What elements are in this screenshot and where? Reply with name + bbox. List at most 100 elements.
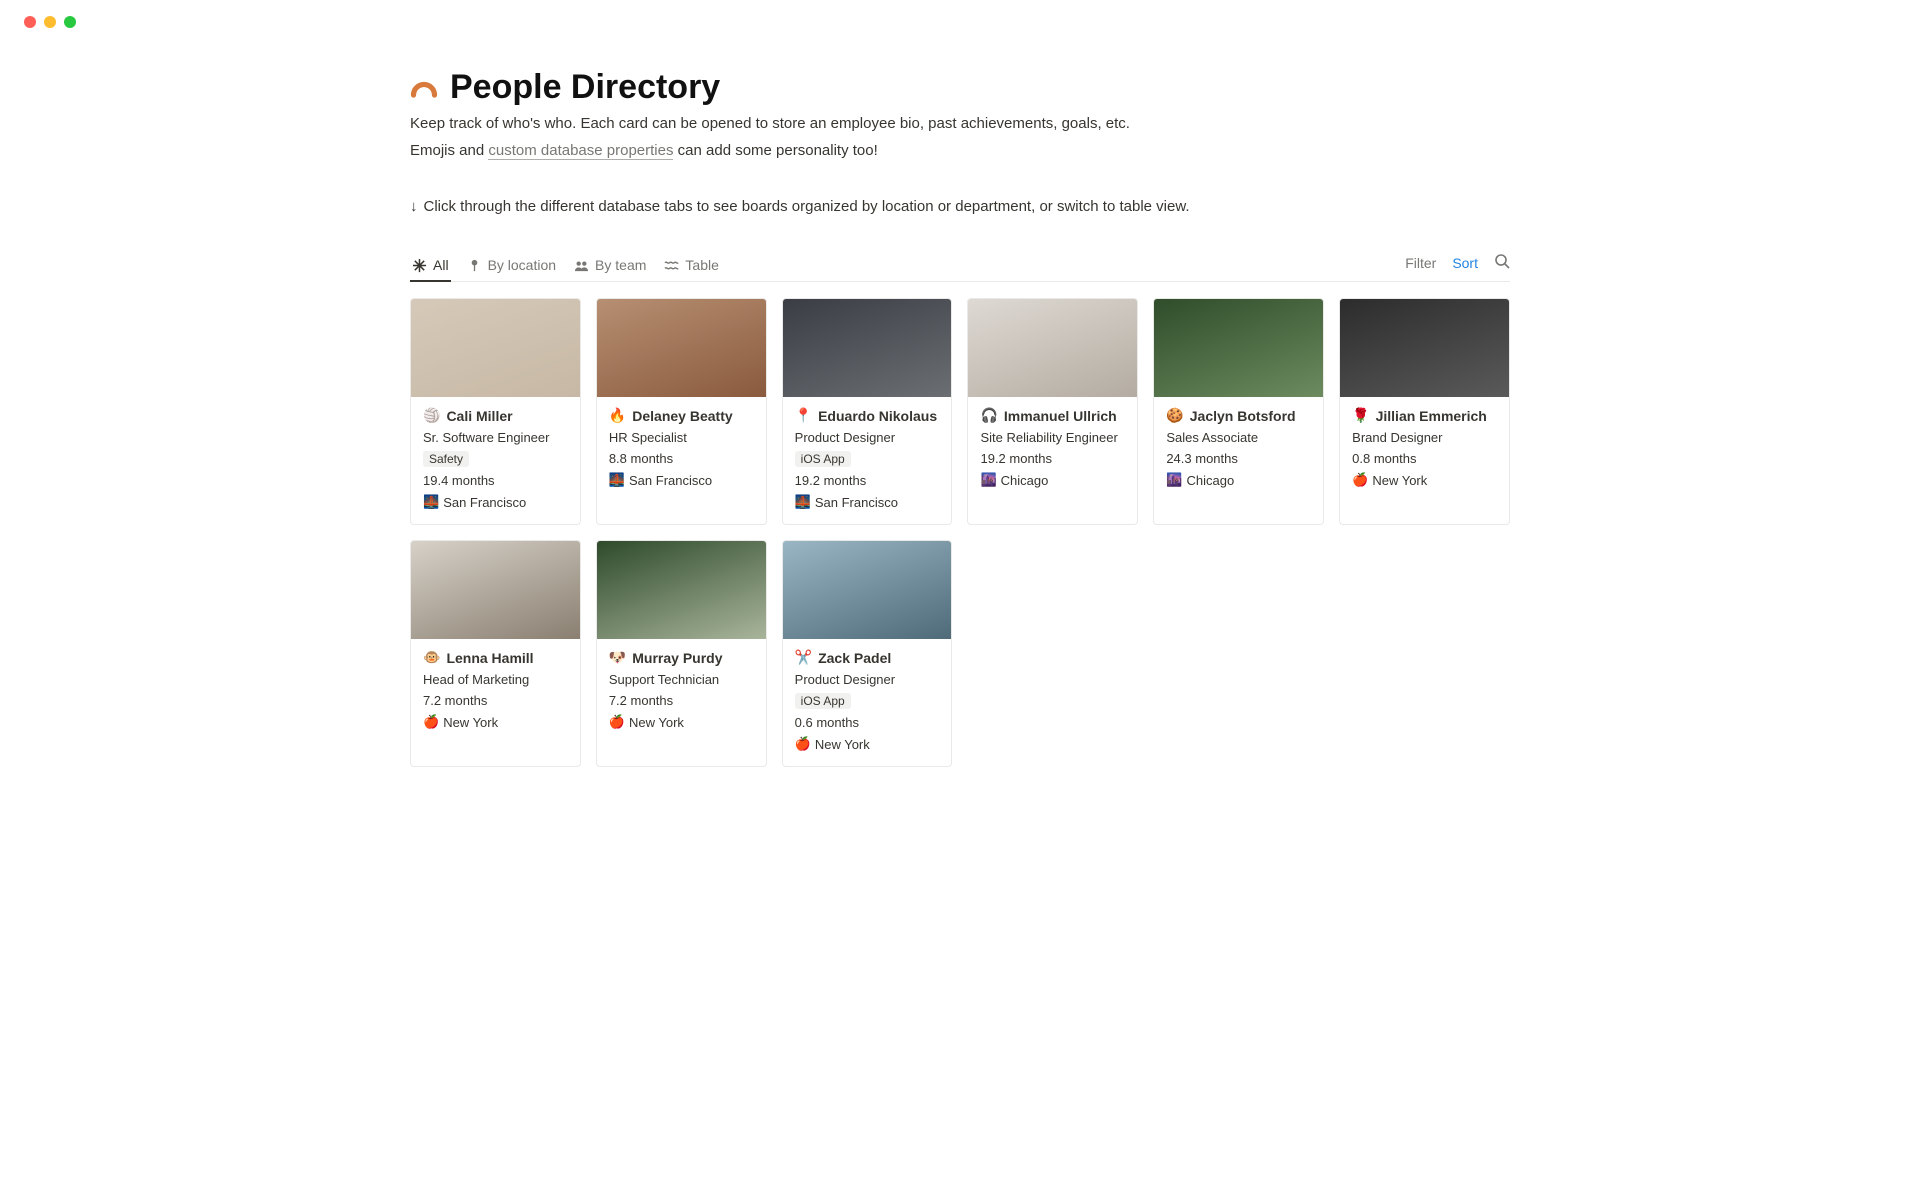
person-card[interactable]: 🏐 Cali Miller Sr. Software Engineer Safe… — [410, 298, 581, 525]
location-label: New York — [443, 715, 498, 730]
person-card[interactable]: 🔥 Delaney Beatty HR Specialist 8.8 month… — [596, 298, 767, 525]
sort-button[interactable]: Sort — [1452, 255, 1478, 271]
person-tag: iOS App — [795, 693, 851, 709]
person-role: Product Designer — [795, 672, 940, 687]
person-emoji-icon: 📍 — [795, 407, 812, 424]
person-location: 🍎 New York — [1352, 472, 1497, 488]
person-name: Murray Purdy — [632, 650, 722, 666]
page-title[interactable]: People Directory — [450, 68, 720, 107]
person-name: Lenna Hamill — [446, 650, 533, 666]
person-name: Cali Miller — [446, 408, 512, 424]
person-role: Sr. Software Engineer — [423, 430, 568, 445]
person-card[interactable]: 🌹 Jillian Emmerich Brand Designer 0.8 mo… — [1339, 298, 1510, 525]
person-tenure: 7.2 months — [609, 693, 754, 708]
window-controls — [0, 0, 1920, 28]
person-card[interactable]: ✂️ Zack Padel Product Designer iOS App 0… — [782, 540, 953, 767]
person-name: Eduardo Nikolaus — [818, 408, 937, 424]
custom-properties-link[interactable]: custom database properties — [488, 142, 673, 160]
tab-by-location[interactable]: By location — [465, 251, 558, 281]
person-tag: Safety — [423, 451, 469, 467]
pin-icon — [467, 258, 482, 273]
people-cards-grid: 🏐 Cali Miller Sr. Software Engineer Safe… — [410, 298, 1510, 767]
location-label: San Francisco — [629, 473, 712, 488]
person-role: Head of Marketing — [423, 672, 568, 687]
person-emoji-icon: 🔥 — [609, 407, 626, 424]
person-role: Support Technician — [609, 672, 754, 687]
tab-by-team[interactable]: By team — [572, 251, 648, 281]
person-name: Delaney Beatty — [632, 408, 732, 424]
tab-label: Table — [685, 257, 718, 273]
person-emoji-icon: 🎧 — [980, 407, 997, 424]
location-emoji-icon: 🍎 — [609, 714, 625, 730]
tabs-left: All By location By team Table — [410, 251, 721, 281]
location-emoji-icon: 🍎 — [423, 714, 439, 730]
location-emoji-icon: 🌉 — [795, 494, 811, 510]
person-photo — [783, 541, 952, 639]
person-tenure: 19.2 months — [980, 451, 1125, 466]
person-name: Jaclyn Botsford — [1190, 408, 1296, 424]
hint-text: Click through the different database tab… — [424, 198, 1190, 215]
filter-button[interactable]: Filter — [1405, 255, 1436, 271]
person-card[interactable]: 🐶 Murray Purdy Support Technician 7.2 mo… — [596, 540, 767, 767]
person-tenure: 19.4 months — [423, 473, 568, 488]
person-emoji-icon: ✂️ — [795, 649, 812, 666]
tabs-right-controls: Filter Sort — [1405, 253, 1510, 280]
window-minimize-icon[interactable] — [44, 16, 56, 28]
window-close-icon[interactable] — [24, 16, 36, 28]
person-emoji-icon: 🍪 — [1166, 407, 1183, 424]
person-location: 🌉 San Francisco — [609, 472, 754, 488]
person-tenure: 24.3 months — [1166, 451, 1311, 466]
location-label: Chicago — [1187, 473, 1235, 488]
tab-all[interactable]: All — [410, 251, 451, 281]
person-tenure: 0.8 months — [1352, 451, 1497, 466]
location-emoji-icon: 🌆 — [1166, 472, 1182, 488]
person-photo — [597, 541, 766, 639]
tab-table[interactable]: Table — [662, 251, 720, 281]
person-photo — [597, 299, 766, 397]
search-icon[interactable] — [1494, 253, 1510, 274]
asterisk-icon — [412, 258, 427, 273]
person-role: HR Specialist — [609, 430, 754, 445]
person-photo — [1340, 299, 1509, 397]
person-name: Zack Padel — [818, 650, 891, 666]
page-container: People Directory Keep track of who's who… — [360, 28, 1560, 827]
tab-label: By team — [595, 257, 646, 273]
person-tenure: 19.2 months — [795, 473, 940, 488]
location-emoji-icon: 🌆 — [980, 472, 996, 488]
people-icon — [574, 258, 589, 273]
person-name: Immanuel Ullrich — [1004, 408, 1117, 424]
page-emoji-arch-icon[interactable] — [410, 76, 438, 100]
person-location: 🍎 New York — [423, 714, 568, 730]
person-location: 🌆 Chicago — [980, 472, 1125, 488]
person-card[interactable]: 🐵 Lenna Hamill Head of Marketing 7.2 mon… — [410, 540, 581, 767]
desc-text-suffix: can add some personality too! — [673, 142, 877, 159]
person-tag: iOS App — [795, 451, 851, 467]
person-photo — [411, 299, 580, 397]
person-location: 🌉 San Francisco — [423, 494, 568, 510]
person-role: Brand Designer — [1352, 430, 1497, 445]
person-role: Sales Associate — [1166, 430, 1311, 445]
page-description-line1: Keep track of who's who. Each card can b… — [410, 113, 1510, 136]
person-name: Jillian Emmerich — [1376, 408, 1487, 424]
person-role: Product Designer — [795, 430, 940, 445]
location-label: New York — [1372, 473, 1427, 488]
person-photo — [411, 541, 580, 639]
page-header: People Directory — [410, 68, 1510, 107]
person-emoji-icon: 🐶 — [609, 649, 626, 666]
person-card[interactable]: 🍪 Jaclyn Botsford Sales Associate 24.3 m… — [1153, 298, 1324, 525]
person-tenure: 8.8 months — [609, 451, 754, 466]
person-emoji-icon: 🐵 — [423, 649, 440, 666]
person-photo — [968, 299, 1137, 397]
location-emoji-icon: 🍎 — [795, 736, 811, 752]
window-zoom-icon[interactable] — [64, 16, 76, 28]
location-label: New York — [815, 737, 870, 752]
desc-text-prefix: Emojis and — [410, 142, 488, 159]
down-arrow-icon: ↓ — [410, 198, 418, 215]
tab-label: By location — [488, 257, 556, 273]
person-location: 🌉 San Francisco — [795, 494, 940, 510]
location-emoji-icon: 🌉 — [609, 472, 625, 488]
person-card[interactable]: 📍 Eduardo Nikolaus Product Designer iOS … — [782, 298, 953, 525]
person-role: Site Reliability Engineer — [980, 430, 1125, 445]
person-tenure: 0.6 months — [795, 715, 940, 730]
person-card[interactable]: 🎧 Immanuel Ullrich Site Reliability Engi… — [967, 298, 1138, 525]
